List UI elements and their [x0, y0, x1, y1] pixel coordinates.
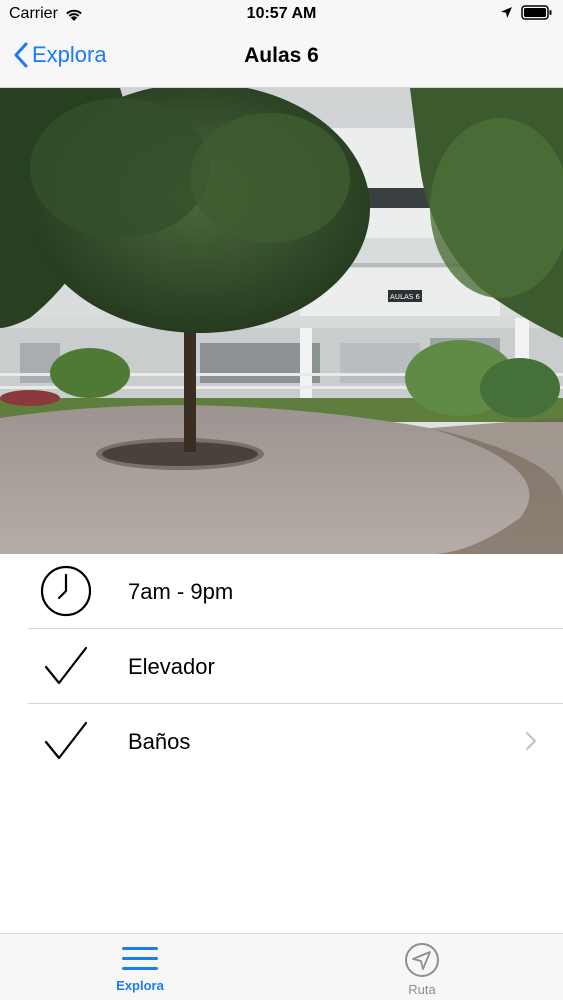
building-sign: AULAS 6: [390, 293, 420, 301]
clock-icon: [38, 565, 94, 617]
status-time: 10:57 AM: [246, 5, 317, 22]
menu-icon: [121, 944, 159, 974]
tab-ruta[interactable]: Ruta: [322, 934, 522, 1000]
checkmark-icon: [38, 641, 94, 691]
navigation-bar: Explora Aulas 6: [0, 32, 563, 88]
location-services-icon: [500, 6, 513, 19]
battery-icon: [521, 5, 553, 20]
location-arrow-icon: [404, 942, 440, 978]
tab-ruta-label: Ruta: [408, 982, 436, 997]
hours-label: 7am - 9pm: [128, 578, 234, 604]
tab-explora-label: Explora: [116, 978, 164, 993]
checkmark-icon: [38, 716, 94, 766]
status-bar: Carrier 10:57 AM: [0, 0, 563, 32]
chevron-right-icon: [525, 731, 537, 756]
status-right: [500, 5, 553, 20]
page-title: Aulas 6: [244, 44, 319, 67]
tab-explora[interactable]: Explora: [40, 934, 240, 1000]
list-item-hours: 7am - 9pm: [0, 554, 563, 629]
list-item-bathrooms[interactable]: Baños: [0, 704, 563, 779]
elevator-label: Elevador: [128, 653, 215, 679]
bathrooms-label: Baños: [128, 728, 191, 754]
info-list: 7am - 9pm Elevador Baños: [0, 554, 563, 779]
building-photo: AULAS 6: [0, 88, 563, 554]
tab-bar: Explora Ruta: [0, 933, 563, 1000]
list-item-elevator: Elevador: [0, 629, 563, 704]
